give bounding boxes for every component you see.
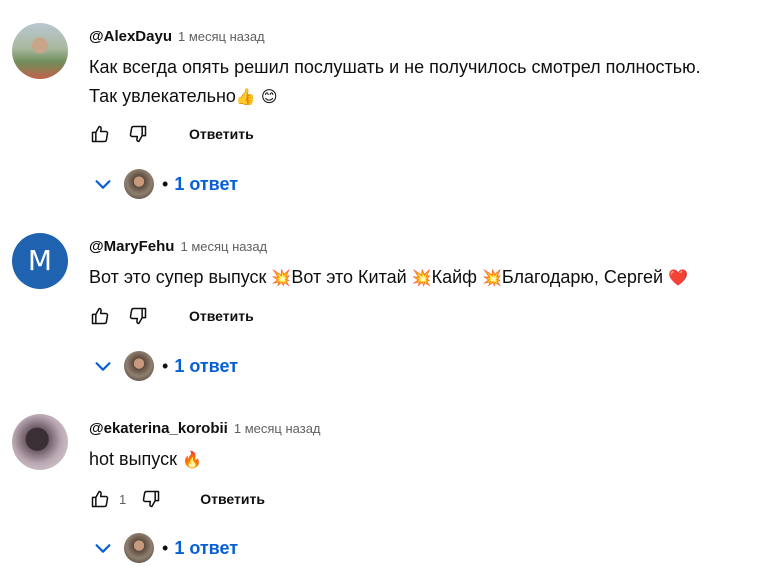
collision-emoji: 💥 [481,268,502,287]
comment-text-segment: Благодарю, Сергей [501,267,669,287]
comment-author[interactable]: @MaryFehu [89,238,174,255]
comment-time[interactable]: 1 месяц назад [178,29,265,44]
view-replies-button[interactable]: • 1 ответ [92,350,238,382]
like-button[interactable] [89,488,111,510]
comment-header: @MaryFehu 1 месяц назад [89,238,267,255]
comment-text-segment: hot выпуск [89,449,182,469]
thumbs-down-outline-icon [129,125,147,143]
comment-text-line: Как всегда опять решил послушать и не по… [89,57,701,77]
thumbs-up-outline-icon [91,307,109,325]
reply-button[interactable]: Ответить [189,308,254,324]
dislike-button[interactable] [127,305,149,327]
comment-author[interactable]: @AlexDayu [89,28,172,45]
thumbs-down-outline-icon [142,490,160,508]
replies-count: 1 ответ [174,355,239,376]
reply-button[interactable]: Ответить [200,491,265,507]
comment-actions: 1 Ответить [89,485,265,513]
comment-actions: Ответить [89,120,254,148]
comment-time[interactable]: 1 месяц назад [234,421,321,436]
reply-author-avatar [124,533,154,563]
comment-time[interactable]: 1 месяц назад [180,239,267,254]
comment-header: @AlexDayu 1 месяц назад [89,28,265,45]
comment-text-line: Так увлекательно [89,86,236,106]
reply-author-avatar [124,169,154,199]
separator-dot: • [162,355,169,376]
replies-count: 1 ответ [174,173,239,194]
fire-emoji: 🔥 [181,450,202,469]
dislike-button[interactable] [127,123,149,145]
view-replies-button[interactable]: • 1 ответ [92,532,238,564]
thumbs-down-outline-icon [129,307,147,325]
like-button[interactable] [89,123,111,145]
reply-button[interactable]: Ответить [189,126,254,142]
dislike-button[interactable] [140,488,162,510]
like-count: 1 [119,491,127,507]
comment-text: Как всегда опять решил послушать и не по… [89,53,759,111]
separator-dot: • [162,537,169,558]
avatar[interactable]: M [12,233,68,289]
view-replies-button[interactable]: • 1 ответ [92,168,238,200]
like-button[interactable] [89,305,111,327]
comment-actions: Ответить [89,302,254,330]
smiling-face-emoji: 😊 [260,87,278,106]
replies-count: 1 ответ [174,537,239,558]
reply-author-avatar [124,351,154,381]
avatar[interactable] [12,414,68,470]
chevron-down-icon [95,362,111,371]
thumbs-up-emoji: 👍 [235,87,256,106]
chevron-down-icon [95,180,111,189]
chevron-down-icon [95,544,111,553]
collision-emoji: 💥 [411,268,432,287]
thumbs-up-outline-icon [91,490,109,508]
comment-header: @ekaterina_korobii 1 месяц назад [89,420,321,437]
avatar[interactable] [12,23,68,79]
thumbs-up-outline-icon [91,125,109,143]
collision-emoji: 💥 [271,268,292,287]
comment-author[interactable]: @ekaterina_korobii [89,420,228,437]
comment-text-segment: Кайф [431,267,482,287]
comment-text-segment: Вот это супер выпуск [89,267,272,287]
separator-dot: • [162,173,169,194]
comment-text-segment: Вот это Китай [291,267,412,287]
comment-text: hot выпуск 🔥 [89,445,759,474]
comment-text: Вот это супер выпуск 💥Вот это Китай 💥Кай… [89,263,759,292]
red-heart-emoji: ❤️ [668,268,689,287]
